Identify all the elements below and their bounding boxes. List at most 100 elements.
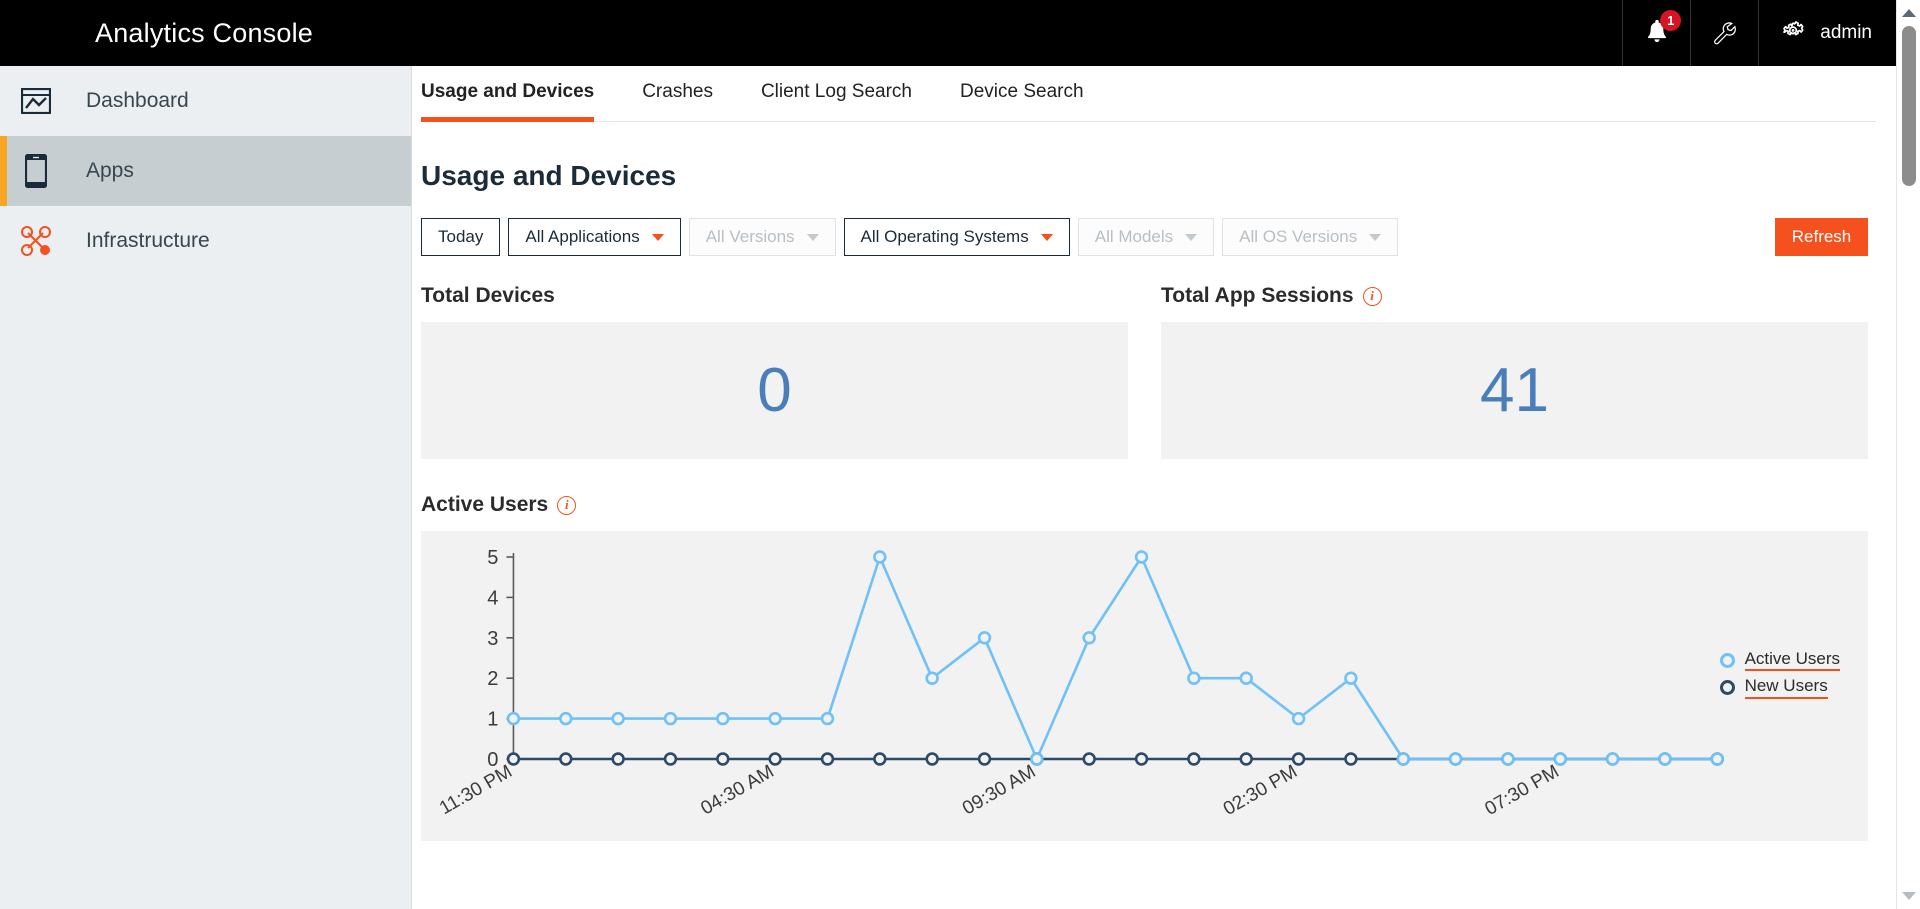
filter-label: Today [438, 227, 484, 246]
filter-label: All Applications [525, 227, 640, 246]
filter-label: All OS Versions [1239, 227, 1358, 246]
data-point [925, 752, 939, 766]
page-title: Usage and Devices [421, 160, 677, 191]
chevron-down-icon [1369, 233, 1382, 241]
data-point [820, 752, 835, 766]
data-point [1134, 550, 1149, 564]
kpi-total-app-sessions: Total App Sessions i 41 [1161, 284, 1868, 459]
filter-all-operating-systems[interactable]: All Operating Systems [843, 218, 1070, 256]
y-axis-tick-label: 2 [487, 668, 498, 690]
notifications-button[interactable]: 1 [1622, 0, 1690, 66]
data-point [925, 671, 939, 685]
refresh-button[interactable]: Refresh [1775, 218, 1868, 256]
legend-marker-active-users [1719, 652, 1735, 668]
filter-today[interactable]: Today [421, 218, 501, 256]
chart-title: Active Users i [421, 493, 1868, 517]
data-point [1344, 752, 1358, 766]
kpi-value: 0 [757, 355, 792, 425]
data-point [1239, 752, 1253, 766]
y-axis-tick-label: 1 [487, 709, 498, 731]
chart-legend: Active Users New Users [1719, 649, 1840, 704]
active-users-chart: 012345 11:30 PM 04:30 AM 09:30 AM 02:30 PM 0… [421, 531, 1868, 841]
gear-icon [1783, 21, 1804, 36]
mobile-phone-icon [8, 154, 64, 188]
legend-marker-new-users [1719, 680, 1735, 696]
legend-label: New Users [1744, 676, 1828, 699]
data-point [611, 752, 625, 766]
y-axis-tick-label: 3 [487, 628, 498, 650]
filter-bar: Today All Applications All Versions All … [421, 218, 1868, 256]
data-point [506, 711, 521, 726]
sidebar-item-apps[interactable]: Apps [0, 136, 411, 206]
data-point [873, 752, 887, 766]
tab-client-log-search[interactable]: Client Log Search [761, 81, 912, 122]
sidebar-item-dashboard[interactable]: Dashboard [0, 66, 411, 136]
data-point [506, 752, 521, 766]
info-icon[interactable]: i [1362, 286, 1382, 306]
chevron-down-icon [1185, 233, 1198, 241]
network-nodes-icon [8, 225, 64, 257]
data-point [1710, 752, 1725, 766]
scrollbar-thumb[interactable] [1902, 26, 1916, 186]
y-axis-tick-label: 4 [487, 587, 498, 609]
sidebar-item-label: Apps [86, 159, 134, 182]
data-point [663, 752, 678, 766]
data-point [1344, 671, 1358, 685]
data-point [1030, 752, 1044, 766]
data-point [1501, 752, 1515, 766]
tools-button[interactable] [1690, 0, 1758, 66]
data-point [1239, 671, 1253, 685]
filter-all-os-versions[interactable]: All OS Versions [1222, 218, 1399, 256]
kpi-title: Total App Sessions i [1161, 284, 1868, 308]
tab-bar: Usage and Devices Crashes Client Log Sea… [421, 66, 1876, 122]
chevron-down-icon [1040, 233, 1053, 241]
data-point [1134, 752, 1149, 766]
data-point [820, 711, 835, 726]
legend-item-new-users[interactable]: New Users [1719, 676, 1840, 699]
data-point [1291, 711, 1306, 726]
tab-usage-and-devices[interactable]: Usage and Devices [421, 81, 595, 122]
kpi-value-box: 0 [421, 322, 1128, 459]
kpi-value: 41 [1480, 355, 1549, 425]
x-axis-tick-label: 09:30 AM [959, 761, 1039, 819]
user-menu[interactable]: admin [1758, 0, 1896, 66]
sidebar-item-label: Dashboard [86, 89, 189, 112]
user-name: admin [1820, 22, 1872, 43]
data-point [977, 631, 992, 645]
legend-item-active-users[interactable]: Active Users [1719, 649, 1840, 672]
kpi-total-devices: Total Devices 0 [421, 284, 1128, 459]
data-point [611, 711, 625, 726]
tab-crashes[interactable]: Crashes [642, 81, 713, 122]
notification-count-badge: 1 [1660, 10, 1682, 31]
data-point [663, 711, 678, 726]
data-point [1605, 752, 1620, 766]
filter-label: All Models [1094, 227, 1174, 246]
main-content: Usage and Devices Crashes Client Log Sea… [413, 66, 1896, 909]
top-header: Analytics Console 1 admin [0, 0, 1896, 66]
chart-x-tick-labels: 11:30 PM 04:30 AM 09:30 AM 02:30 PM 07:30 PM [436, 761, 1563, 820]
data-point [1448, 752, 1463, 766]
sidebar: Dashboard Apps Infrastructure [0, 66, 412, 909]
data-point [873, 550, 887, 564]
data-point [1658, 752, 1672, 766]
x-axis-tick-label: 11:30 PM [436, 761, 516, 819]
data-point [1396, 752, 1410, 766]
x-axis-tick-label: 02:30 PM [1220, 761, 1301, 820]
chart-series [506, 550, 1725, 766]
legend-label: Active Users [1744, 649, 1840, 672]
filter-all-models[interactable]: All Models [1077, 218, 1215, 256]
filter-all-applications[interactable]: All Applications [508, 218, 681, 256]
data-point [1082, 631, 1096, 645]
filter-label: All Operating Systems [860, 227, 1029, 246]
info-icon[interactable]: i [557, 495, 577, 515]
app-title: Analytics Console [95, 17, 314, 48]
vertical-scrollbar[interactable] [1896, 0, 1920, 909]
filter-all-versions[interactable]: All Versions [688, 218, 836, 256]
filter-label: All Versions [705, 227, 795, 246]
kpi-title-text: Total Devices [421, 284, 555, 307]
scroll-down-arrow-icon[interactable] [1897, 885, 1920, 907]
tab-device-search[interactable]: Device Search [960, 81, 1084, 122]
scroll-up-arrow-icon[interactable] [1897, 2, 1920, 24]
chevron-down-icon [806, 233, 819, 241]
sidebar-item-infrastructure[interactable]: Infrastructure [0, 206, 411, 276]
